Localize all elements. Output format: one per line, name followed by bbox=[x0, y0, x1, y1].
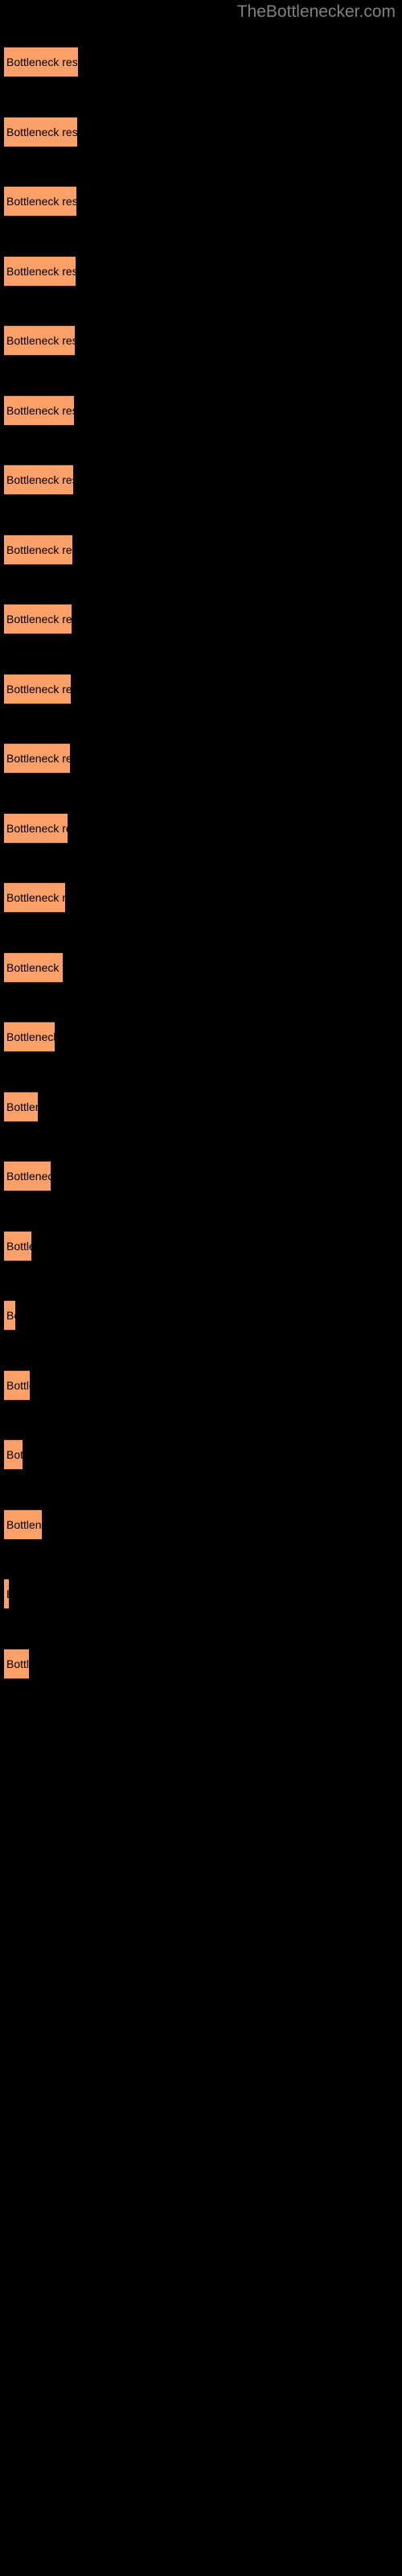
bar-label: Bottleneck result bbox=[6, 1448, 23, 1461]
bar-label: Bottleneck result bbox=[6, 403, 74, 417]
bottleneck-result-bar[interactable]: Bottleneck result bbox=[4, 1509, 42, 1540]
bar-label: Bottleneck result bbox=[6, 264, 76, 278]
bar-label: Bottleneck result bbox=[6, 682, 71, 696]
bar-row: Bottleneck result bbox=[0, 464, 402, 495]
bottleneck-result-bar[interactable]: Bottleneck result bbox=[4, 1439, 23, 1470]
bar-label: Bottleneck result bbox=[6, 195, 76, 208]
bar-label: Bottleneck result bbox=[6, 1378, 30, 1392]
bar-label: Bottleneck result bbox=[6, 821, 68, 835]
bar-row: Bottleneck result bbox=[0, 1579, 402, 1609]
bar-label: Bottleneck result bbox=[6, 1587, 9, 1600]
bar-row: Bottleneck result bbox=[0, 1648, 402, 1679]
bottleneck-result-bar[interactable]: Bottleneck result bbox=[4, 952, 63, 983]
bottleneck-bar-chart: Bottleneck result Bottleneck result Bottle… bbox=[0, 0, 402, 2576]
bar-label: Bottleneck result bbox=[6, 891, 65, 904]
bar-row: Bottleneck result bbox=[0, 1230, 402, 1261]
bar-row: Bottleneck result bbox=[0, 255, 402, 287]
bottleneck-result-bar[interactable]: Bottleneck result bbox=[4, 1230, 31, 1261]
bar-label: Bottleneck result bbox=[6, 1239, 31, 1253]
bottleneck-result-bar[interactable]: Bottleneck result bbox=[4, 464, 73, 495]
bar-label: Bottleneck result bbox=[6, 1309, 15, 1322]
bar-row: Bottleneck result bbox=[0, 47, 402, 77]
bar-row: Bottleneck result bbox=[0, 394, 402, 426]
bar-row: Bottleneck result bbox=[0, 673, 402, 704]
bottleneck-result-bar[interactable]: Bottleneck result bbox=[4, 1300, 15, 1331]
bar-row: Bottleneck result bbox=[0, 325, 402, 356]
bar-label: Bottleneck result bbox=[6, 473, 73, 486]
bar-row: Bottleneck result bbox=[0, 186, 402, 217]
bar-row: Bottleneck result bbox=[0, 882, 402, 913]
bar-label: Bottleneck result bbox=[6, 1100, 38, 1113]
bottleneck-result-bar[interactable]: Bottleneck result bbox=[4, 394, 74, 426]
bottleneck-result-bar[interactable]: Bottleneck result bbox=[4, 325, 75, 356]
bar-label: Bottleneck result bbox=[6, 613, 72, 625]
bottleneck-result-bar[interactable]: Bottleneck result bbox=[4, 534, 72, 565]
bar-row: Bottleneck result bbox=[0, 743, 402, 774]
bottleneck-result-bar[interactable]: Bottleneck result bbox=[4, 255, 76, 287]
bottleneck-result-bar[interactable]: Bottleneck result bbox=[4, 47, 78, 77]
bottleneck-result-bar[interactable]: Bottleneck result bbox=[4, 743, 70, 774]
bottleneck-result-bar[interactable]: Bottleneck result bbox=[4, 1648, 29, 1679]
bottleneck-result-bar[interactable]: Bottleneck result bbox=[4, 1091, 38, 1122]
bar-row: Bottleneck result bbox=[0, 1369, 402, 1401]
bottleneck-result-bar[interactable]: Bottleneck result bbox=[4, 186, 76, 217]
bar-row: Bottleneck result bbox=[0, 812, 402, 844]
bar-label: Bottleneck result bbox=[6, 1517, 42, 1531]
bar-row: Bottleneck result bbox=[0, 1161, 402, 1191]
bar-row: Bottleneck result bbox=[0, 534, 402, 565]
bar-label: Bottleneck result bbox=[6, 1030, 55, 1043]
bar-row: Bottleneck result bbox=[0, 1509, 402, 1540]
bar-row: Bottleneck result bbox=[0, 1022, 402, 1052]
bar-row: Bottleneck result bbox=[0, 1091, 402, 1122]
bar-label: Bottleneck result bbox=[6, 334, 75, 347]
bottleneck-result-bar[interactable]: Bottleneck result bbox=[4, 673, 71, 704]
bottleneck-result-bar[interactable]: Bottleneck result bbox=[4, 604, 72, 634]
bar-label: Bottleneck result bbox=[6, 56, 78, 68]
bar-row: Bottleneck result bbox=[0, 1300, 402, 1331]
bar-label: Bottleneck result bbox=[6, 960, 63, 974]
bottleneck-result-bar[interactable]: Bottleneck result bbox=[4, 1579, 9, 1609]
bar-label: Bottleneck result bbox=[6, 543, 72, 556]
bar-label: Bottleneck result bbox=[6, 752, 70, 765]
bar-row: Bottleneck result bbox=[0, 1439, 402, 1470]
bar-label: Bottleneck result bbox=[6, 1657, 29, 1670]
bottleneck-result-bar[interactable]: Bottleneck result bbox=[4, 1369, 30, 1401]
bottleneck-result-bar[interactable]: Bottleneck result bbox=[4, 882, 65, 913]
bar-row: Bottleneck result bbox=[0, 604, 402, 634]
bottleneck-result-bar[interactable]: Bottleneck result bbox=[4, 812, 68, 844]
bottleneck-result-bar[interactable]: Bottleneck result bbox=[4, 1161, 51, 1191]
bar-row: Bottleneck result bbox=[0, 116, 402, 147]
bottleneck-result-bar[interactable]: Bottleneck result bbox=[4, 116, 77, 147]
bar-label: Bottleneck result bbox=[6, 1170, 51, 1183]
bar-row: Bottleneck result bbox=[0, 952, 402, 983]
bottleneck-result-bar[interactable]: Bottleneck result bbox=[4, 1022, 55, 1052]
bar-label: Bottleneck result bbox=[6, 125, 77, 138]
